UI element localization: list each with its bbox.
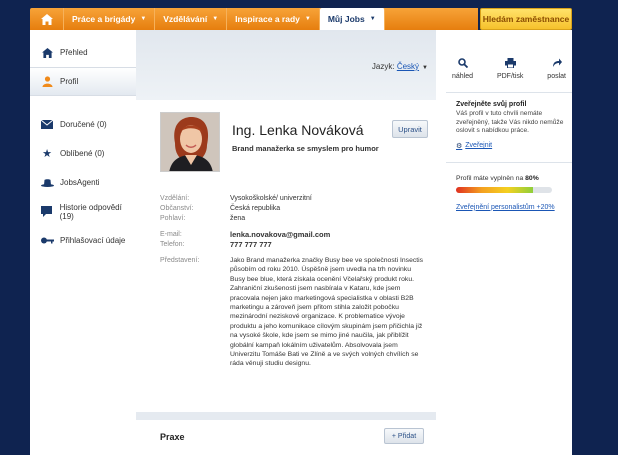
hat-icon [40, 178, 54, 187]
nav-item-my-jobs[interactable]: Můj Jobs ▼ [319, 8, 385, 30]
completion-box: Profil máte vyplněn na 80% Zveřejnění pe… [446, 163, 572, 212]
tool-label: poslat [547, 73, 566, 80]
detail-label: E-mail: [160, 231, 182, 238]
sidebar-item-overview[interactable]: Přehled [30, 38, 136, 67]
personalists-link[interactable]: Zveřejnění personalistům +20% [456, 203, 566, 212]
detail-row-gender: Pohlaví: žena [160, 214, 426, 224]
language-label: Jazyk: [371, 62, 395, 71]
sidebar-item-label: Doručené (0) [60, 120, 107, 129]
publish-link[interactable]: ⚙ Zveřejnit [456, 142, 566, 150]
profile-name: Ing. Lenka Nováková [232, 122, 364, 138]
sidebar-separator [30, 96, 136, 110]
profile-photo [160, 112, 220, 172]
main-content: Jazyk: Český ▼ Ing. Lenka Nováková Brand … [136, 30, 436, 455]
edit-profile-button[interactable]: Upravit [392, 120, 428, 138]
publish-title: Zveřejněte svůj profil [456, 101, 527, 108]
completion-progress-fill [456, 186, 533, 193]
mail-icon [40, 120, 54, 129]
sidebar: Přehled Profil Doručené (0) ★ Oblíbené (… [30, 38, 136, 255]
add-experience-button[interactable]: + Přidat [384, 428, 424, 444]
page-frame: Přehled Profil Doručené (0) ★ Oblíbené (… [30, 30, 572, 455]
experience-section: Praxe + Přidat [136, 412, 436, 455]
sidebar-item-label: Přihlašovací údaje [60, 236, 126, 245]
send-icon [552, 58, 562, 70]
completion-text: Profil máte vyplněn na 80% [456, 175, 566, 182]
preview-button[interactable]: náhled [452, 58, 473, 80]
sidebar-item-history[interactable]: Historie odpovědí (19) [30, 197, 136, 226]
nav-item-label: Můj Jobs [327, 14, 365, 24]
sidebar-item-login[interactable]: Přihlašovací údaje [30, 226, 136, 255]
gear-icon: ⚙ [456, 142, 463, 150]
completion-progress-bar [456, 186, 552, 193]
experience-title: Praxe [160, 432, 185, 442]
home-icon [40, 13, 53, 25]
caret-down-icon: ▼ [212, 16, 219, 22]
sidebar-item-label: Profil [60, 77, 79, 86]
nav-item-inspiration[interactable]: Inspirace a rady ▼ [227, 8, 320, 30]
user-icon [40, 76, 54, 87]
completion-prefix: Profil máte vyplněn na [456, 174, 524, 182]
caret-down-icon: ▼ [422, 65, 428, 71]
sidebar-item-profile[interactable]: Profil [30, 67, 136, 96]
nav-item-jobs[interactable]: Práce a brigády ▼ [64, 8, 156, 30]
detail-value: Vysokoškolské/ univerzitní [230, 195, 312, 202]
detail-row-education: Vzdělání: Vysokoškolské/ univerzitní [160, 194, 426, 204]
send-button[interactable]: poslat [547, 58, 566, 80]
profile-details: Vzdělání: Vysokoškolské/ univerzitní Obč… [160, 194, 426, 369]
publish-box: Zveřejněte svůj profil Váš profil v tuto… [446, 93, 572, 150]
detail-row-intro: Představení: Jako Brand manažerka značky… [160, 256, 426, 369]
language-selector[interactable]: Jazyk: Český ▼ [372, 62, 428, 71]
sidebar-item-inbox[interactable]: Doručené (0) [30, 110, 136, 139]
key-icon [40, 237, 54, 244]
right-panel: náhled PDF/tisk poslat Zveřejněte svůj p… [446, 30, 572, 212]
detail-label: Občanství: [160, 205, 194, 212]
sidebar-item-jobsagents[interactable]: JobsAgenti [30, 168, 136, 197]
detail-row-citizenship: Občanství: Česká republika [160, 204, 426, 214]
caret-down-icon: ▼ [369, 16, 376, 22]
nav-item-label: Práce a brigády [72, 14, 136, 24]
main-header: Jazyk: Český ▼ [136, 30, 436, 100]
detail-row-phone: Telefon: 777 777 777 [160, 240, 426, 250]
profile-headline: Brand manažerka se smyslem pro humor [232, 144, 379, 153]
profile-tools: náhled PDF/tisk poslat [446, 30, 572, 80]
tool-label: náhled [452, 73, 474, 80]
publish-text: Váš profil v tuto chvíli nemáte zveřejně… [456, 110, 564, 135]
printer-icon [504, 58, 516, 70]
intro-text: Jako Brand manažerka značky Busy bee ve … [230, 257, 424, 368]
sidebar-item-label: Oblíbené (0) [60, 149, 105, 158]
top-navigation: Práce a brigády ▼ Vzdělávání ▼ Inspirace a… [30, 8, 572, 30]
home-icon [40, 47, 54, 58]
detail-label: Vzdělání: [160, 195, 190, 202]
nav-filler [384, 8, 478, 30]
sidebar-item-label: Přehled [60, 48, 88, 57]
employer-button[interactable]: Hledám zaměstnance [480, 8, 572, 30]
detail-label: Telefon: [160, 241, 185, 248]
star-icon: ★ [42, 148, 52, 160]
tool-label: PDF/tisk [496, 73, 524, 80]
caret-down-icon: ▼ [304, 16, 311, 22]
detail-label: Pohlaví: [160, 215, 186, 222]
completion-percent: 80% [525, 174, 539, 182]
sidebar-item-favorites[interactable]: ★ Oblíbené (0) [30, 139, 136, 168]
caret-down-icon: ▼ [140, 16, 147, 22]
detail-row-email: E-mail: lenka.novakova@gmail.com [160, 230, 426, 240]
detail-value: lenka.novakova@gmail.com [230, 230, 331, 239]
publish-link-label: Zveřejnit [465, 142, 493, 150]
home-button[interactable] [30, 8, 64, 30]
nav-item-label: Vzdělávání [163, 14, 208, 24]
pdf-print-button[interactable]: PDF/tisk [497, 58, 523, 80]
nav-item-label: Inspirace a rady [235, 14, 300, 24]
detail-value: žena [230, 215, 246, 222]
sidebar-item-label: Historie odpovědí (19) [59, 202, 122, 221]
language-value[interactable]: Český [397, 62, 419, 71]
detail-value: Česká republika [230, 205, 281, 212]
detail-value: 777 777 777 [230, 240, 272, 249]
main-menu: Práce a brigády ▼ Vzdělávání ▼ Inspirace a… [30, 8, 385, 30]
nav-item-education[interactable]: Vzdělávání ▼ [155, 8, 228, 30]
magnifier-icon [457, 58, 468, 70]
profile-card: Ing. Lenka Nováková Brand manažerka se s… [136, 100, 436, 412]
sidebar-item-label: JobsAgenti [60, 178, 100, 187]
detail-label: Představení: [160, 257, 200, 264]
speech-icon [40, 206, 54, 217]
